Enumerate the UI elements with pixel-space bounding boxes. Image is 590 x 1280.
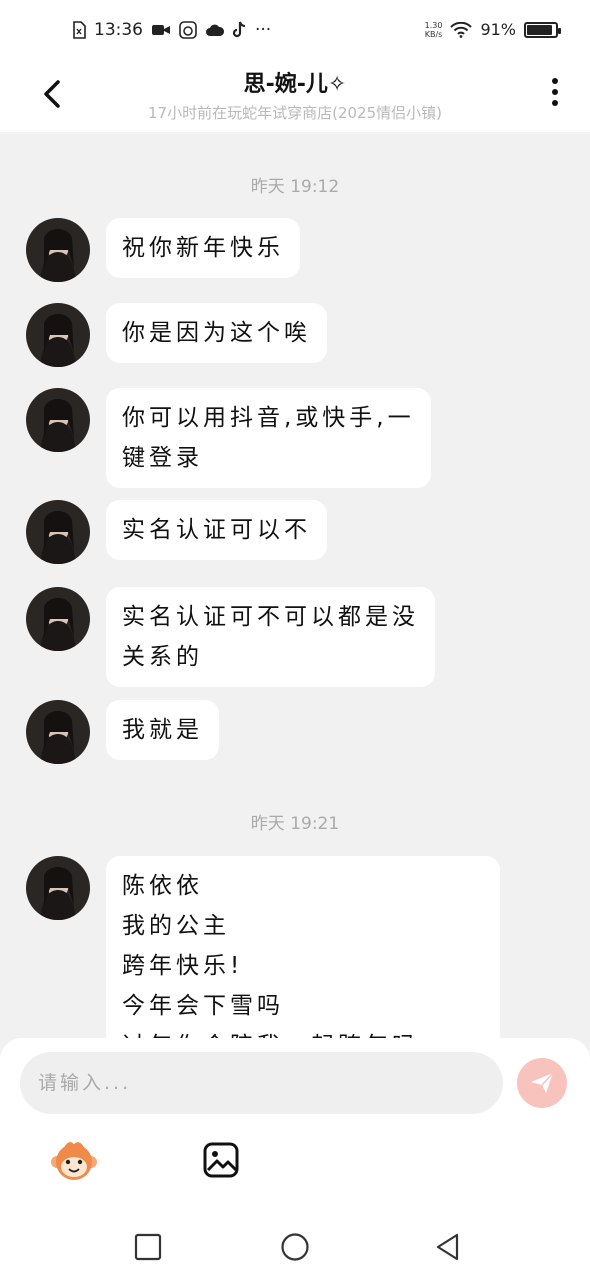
tiktok-icon	[233, 21, 246, 38]
more-notifications: ···	[255, 20, 272, 40]
message-item: 实名认证可不可以都是没 关系的	[26, 587, 435, 687]
message-item: 你可以用抖音,或快手,一 键登录	[26, 388, 431, 488]
avatar[interactable]	[26, 388, 90, 452]
avatar[interactable]	[26, 856, 90, 920]
home-icon[interactable]	[280, 1232, 310, 1262]
back-nav-icon[interactable]	[433, 1232, 463, 1262]
message-bubble[interactable]: 实名认证可不可以都是没 关系的	[106, 587, 435, 687]
avatar[interactable]	[26, 303, 90, 367]
timestamp: 昨天 19:12	[250, 177, 340, 197]
message-bubble[interactable]: 实名认证可以不	[106, 500, 327, 560]
message-item: 祝你新年快乐	[26, 218, 300, 282]
recent-apps-icon[interactable]	[133, 1232, 163, 1262]
chat-messages[interactable]: 昨天 19:12 祝你新年快乐 你是因为这个唉 你可以用抖音,或快手,一 键登录…	[0, 132, 590, 1040]
cloud-icon	[206, 24, 225, 36]
message-bubble[interactable]: 你可以用抖音,或快手,一 键登录	[106, 388, 431, 488]
contact-name[interactable]: 思-婉-儿✧	[0, 66, 590, 98]
message-bubble[interactable]: 祝你新年快乐	[106, 218, 300, 278]
message-bubble[interactable]: 我就是	[106, 700, 219, 760]
sim-card-icon	[73, 21, 86, 39]
contact-status: 17小时前在玩蛇年试穿商店(2025情侣小镇)	[148, 104, 442, 122]
battery-icon	[524, 21, 561, 38]
status-time: 13:36	[94, 20, 143, 40]
chat-header: 思-婉-儿✧ 17小时前在玩蛇年试穿商店(2025情侣小镇)	[0, 60, 590, 132]
status-bar: 13:36 ··· 1.30 KB/s 91%	[0, 0, 590, 60]
avatar[interactable]	[26, 587, 90, 651]
avatar[interactable]	[26, 218, 90, 282]
message-item: 实名认证可以不	[26, 500, 327, 564]
send-icon	[531, 1072, 554, 1093]
wifi-icon	[450, 21, 473, 38]
monkey-emoji-icon[interactable]	[50, 1138, 98, 1184]
battery-percent: 91%	[480, 20, 516, 39]
message-item: 我就是	[26, 700, 219, 764]
message-item: 你是因为这个唉	[26, 303, 327, 367]
network-speed: 1.30 KB/s	[424, 20, 443, 39]
more-options-icon[interactable]	[550, 78, 560, 110]
timestamp: 昨天 19:21	[250, 814, 340, 834]
system-nav-bar	[0, 1216, 590, 1280]
status-left: 13:36 ···	[72, 20, 271, 40]
message-bubble[interactable]: 陈依依 我的公主 跨年快乐! 今年会下雪吗 过年你会陪我一起跨年吗	[106, 856, 500, 1040]
status-right: 1.30 KB/s 91%	[424, 20, 561, 39]
message-item: 陈依依 我的公主 跨年快乐! 今年会下雪吗 过年你会陪我一起跨年吗	[26, 856, 500, 1040]
video-camera-icon	[152, 25, 170, 35]
input-panel	[0, 1038, 590, 1280]
game-app-icon	[179, 21, 197, 39]
image-gallery-icon[interactable]	[203, 1142, 239, 1178]
send-button[interactable]	[517, 1058, 567, 1108]
message-bubble[interactable]: 你是因为这个唉	[106, 303, 327, 363]
avatar[interactable]	[26, 500, 90, 564]
avatar[interactable]	[26, 700, 90, 764]
message-input[interactable]	[20, 1052, 503, 1114]
